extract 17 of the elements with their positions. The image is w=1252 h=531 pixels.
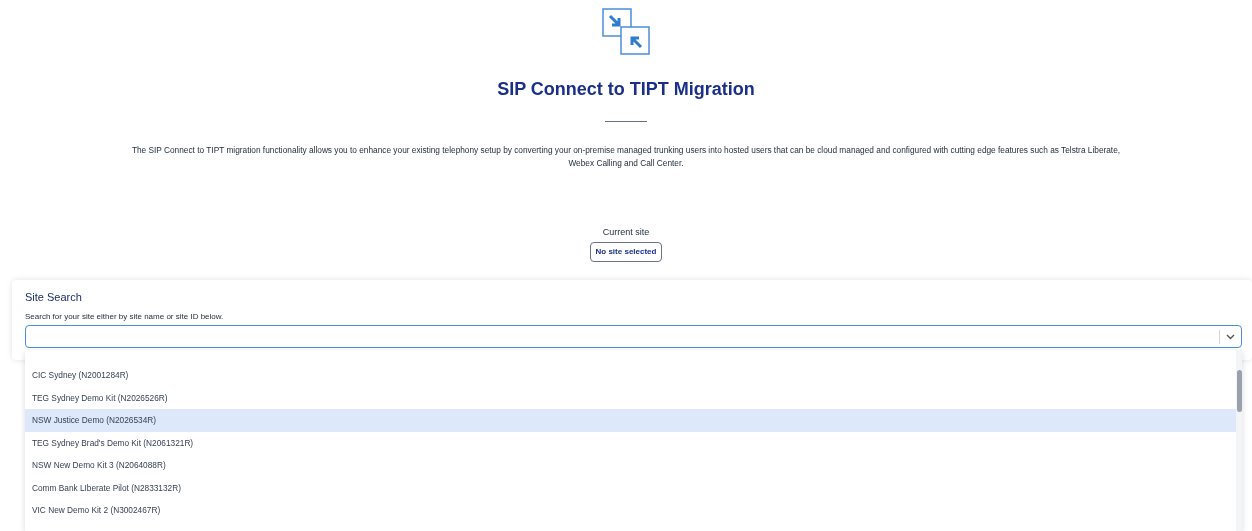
site-option[interactable]: CIC Sydney (N2001284R) bbox=[25, 364, 1236, 387]
site-option[interactable]: Comm Bank LIberate Pilot (N2833132R) bbox=[25, 476, 1236, 499]
merge-arrows-icon bbox=[602, 8, 650, 55]
site-option[interactable]: TEG Sydney Brad's Demo Kit (N2061321R) bbox=[25, 431, 1236, 454]
site-search-hint: Search for your site either by site name or site ID below. bbox=[25, 312, 225, 322]
site-search-title: Site Search bbox=[25, 290, 83, 304]
site-option[interactable]: NSW Justice Demo (N2026534R) bbox=[25, 409, 1236, 432]
page-title: SIP Connect to TIPT Migration bbox=[497, 78, 755, 101]
current-site-button[interactable]: No site selected bbox=[589, 242, 663, 262]
scrollbar[interactable] bbox=[1236, 350, 1242, 531]
site-search-field[interactable] bbox=[25, 325, 1242, 348]
description-text: The SIP Connect to TIPT migration functionality allows you to enhance your existing telephony setup by converting your on-premise managed trunking users into hosted users that can be cloud managed and configured with cutting edge features such as Telstra Liberate, Webex Calling and Call Center. bbox=[131, 144, 1121, 170]
chevron-down-icon[interactable] bbox=[1226, 333, 1235, 340]
current-site-label: Current site bbox=[602, 226, 650, 238]
site-option[interactable]: NSW New Demo Kit 3 (N2064088R) bbox=[25, 454, 1236, 477]
site-option[interactable]: TEG Sydney Demo Kit (N2026526R) bbox=[25, 386, 1236, 409]
site-option[interactable]: VIC New Demo Kit 2 (N3002467R) bbox=[25, 499, 1236, 522]
